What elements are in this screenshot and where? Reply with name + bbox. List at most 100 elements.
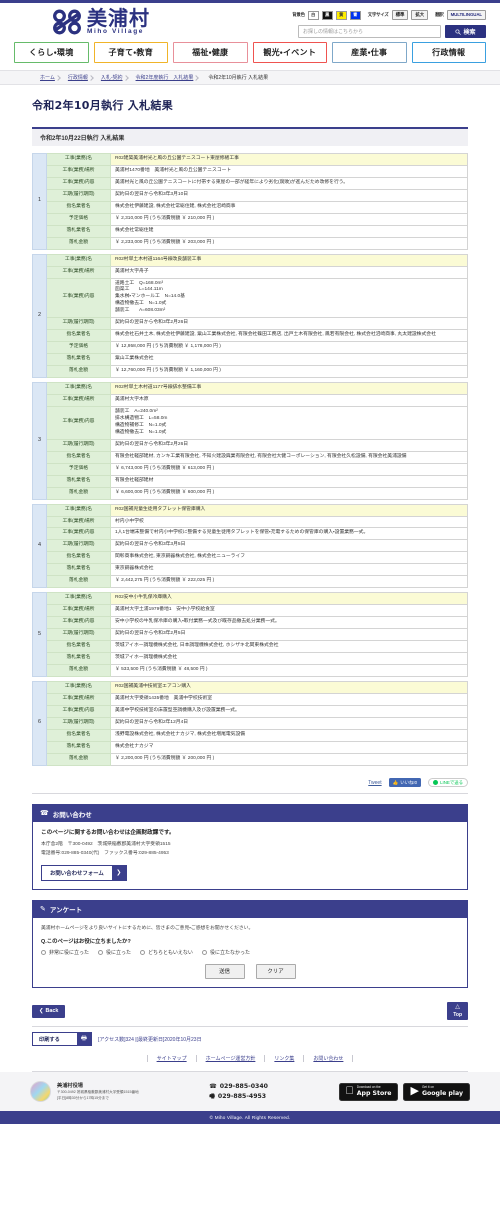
table-row: 工期(履行期間) 契約日の翌日から令和2年12月4日 (33, 716, 468, 730)
site-logo[interactable]: 美浦村 Miho Village (14, 8, 150, 36)
app-store-badge[interactable]:  Download on the App Store (338, 1082, 399, 1102)
value-content: 美浦中学校技術室の床置型空調機購入及び設置業務一式。 (110, 704, 468, 718)
table-row: 工事(業務)内容 安中小学校の牛乳保冷庫の購入・取付業務一式及び既存品撤去処分業… (33, 616, 468, 630)
survey-option-not-useful[interactable]: 役に立たなかった (201, 949, 250, 956)
google-play-badge[interactable]: ▶ Get it on Google play (403, 1082, 470, 1102)
label-bid-amount: 落札金額 (46, 663, 111, 677)
value-content: 安中小学校の牛乳保冷庫の購入・取付業務一式及び既存品撤去処分業務一式。 (110, 616, 468, 630)
bid-result-table-1: 1 工事(業務)名 R02建築美浦村光と風の丘公園テニスコート東屋修繕工事 工事… (32, 153, 468, 250)
radio-icon[interactable] (98, 949, 104, 955)
line-share-button[interactable]: LINEで送る (428, 777, 468, 788)
value-period: 契約日の翌日から令和3年2月26日 (110, 317, 468, 331)
facebook-like-button[interactable]: 👍 いいね!0 (388, 778, 422, 787)
label-nominees: 指名業者名 (46, 551, 111, 565)
table-row: 工期(履行期間) 契約日の翌日から令和3年2月26日 (33, 438, 468, 452)
survey-panel: ✎ アンケート 美浦村ホームページをより良いサイトにするために、皆さまのご意見・… (32, 899, 468, 988)
scroll-to-top-button[interactable]: △ Top (447, 1001, 468, 1021)
label-name: 工事(業務)名 (46, 503, 111, 517)
bgcolor-yellow-button[interactable]: 黄 (335, 10, 347, 20)
survey-option-very-useful[interactable]: 非常に役に立った (41, 949, 89, 956)
search-button-label: 検索 (463, 30, 476, 36)
label-winner: 落札業者名 (46, 651, 111, 665)
survey-option-neutral[interactable]: どちらともいえない (140, 949, 193, 956)
label-name: 工事(業務)名 (46, 153, 111, 166)
section-heading: 令和2年10月22日執行 入札結果 (32, 127, 468, 146)
footer-telephone-number: 029-885-0340 (219, 1083, 268, 1091)
translate-label: 翻訳 (435, 12, 444, 17)
survey-buttons: 送信 クリア (41, 963, 459, 979)
table-row: 落札金額 ￥ 2,200,000 円 (うち消費税額 ￥ 200,000 円 ) (33, 752, 468, 766)
inquiry-form-button[interactable]: お問い合わせフォーム ❯ (41, 864, 127, 881)
print-button[interactable]: 印刷する 🖶 (32, 1032, 92, 1047)
radio-icon[interactable] (41, 949, 46, 955)
footer-fax: 🖷 029-885-4953 (209, 1092, 268, 1102)
page-navigation-footer: ❮ Back △ Top (32, 998, 468, 1027)
survey-submit-button[interactable]: 送信 (204, 963, 245, 979)
app-store-big-label: App Store (354, 1090, 392, 1098)
value-content: 道路土工 Q=168.0m³ 函渠工 L=144.11m 集水桝・マンホール工 … (110, 277, 468, 319)
survey-option-useful[interactable]: 役に立った (98, 949, 131, 956)
search-input[interactable] (298, 25, 441, 38)
radio-icon[interactable] (201, 949, 207, 955)
value-name: R02建築美浦村光と風の丘公園テニスコート東屋修繕工事 (110, 153, 468, 166)
table-row: 落札業者名 粟山工業株式会社 (33, 353, 468, 367)
pencil-edit-icon: ✎ (40, 905, 46, 913)
footer-link-contact[interactable]: お問い合わせ (303, 1055, 354, 1063)
footer-org-hours: [平日]8時30分から17時15分まで (57, 1095, 109, 1100)
bid-result-table-2: 2 工事(業務)名 R02村単土木村道1164号線改良舗装工事 工事(業務)場所… (32, 253, 468, 379)
nav-item-fukushi[interactable]: 福祉・健康 (173, 42, 248, 63)
breadcrumb-item-r2-results[interactable]: 令和2年度執行 入札結果 (129, 74, 200, 81)
survey-clear-button[interactable]: クリア (255, 963, 296, 979)
inquiry-panel-body: このページに関するお問い合わせは企画財政課です。 本庁舎2階 〒300-0492… (33, 822, 467, 888)
table-row: 1 工事(業務)名 R02建築美浦村光と風の丘公園テニスコート東屋修繕工事 (32, 153, 468, 250)
table-row: 工事(業務)場所 美浦村1470番地 美浦村光と風の丘公園テニスコート (33, 164, 468, 178)
label-period: 工期(履行期間) (46, 628, 111, 642)
inquiry-address: 本庁舎2階 〒300-0492 茨城県稲敷郡美浦村大字受領1515 (41, 842, 171, 848)
table-row: 予定価格 ￥ 12,958,000 円 (うち消費税額 ￥ 1,178,000 … (33, 341, 468, 355)
survey-question: Q.このページはお役に立ちましたか? (41, 938, 131, 945)
nav-item-gyosei[interactable]: 行政情報 (411, 42, 486, 63)
table-row: 指名業者名 有限会社軽部建材, カンキ工業有限会社, 不知火建設興業有限会社, … (33, 450, 468, 464)
bid-result-table-4: 4 工事(業務)名 R02国補児童生徒用タブレット保管庫購入 工事(業務)場所 … (32, 503, 468, 589)
label-place: 工事(業務)場所 (46, 692, 111, 706)
label-place: 工事(業務)場所 (46, 164, 111, 178)
bgcolor-black-button[interactable]: 黒 (321, 10, 333, 20)
table-row: 工事(業務)場所 美浦村大字舟子 (33, 265, 468, 279)
search-button[interactable]: 検索 (445, 25, 486, 38)
nav-item-kosodate[interactable]: 子育て・教育 (93, 42, 168, 63)
label-period: 工期(履行期間) (46, 188, 111, 202)
table-row: 工事(業務)内容 道路土工 Q=168.0m³ 函渠工 L=144.11m 集水… (33, 277, 468, 319)
value-nominees: 関彰商事株式会社, 東京銅器株式会社, 株式会社ニューライフ (110, 551, 468, 565)
multilingual-button[interactable]: MULTILINGUAL (446, 10, 486, 20)
tweet-button[interactable]: Tweet (368, 780, 381, 786)
breadcrumb-item-nyusatsu[interactable]: 入札-契約 (94, 74, 129, 81)
breadcrumb-item-gyosei[interactable]: 行政情報 (61, 74, 94, 81)
table-row: 工事(業務)内容 1人1台端末整備で村内小中学校に整備する児童生徒用タブレットを… (33, 527, 468, 541)
nav-item-sangyo[interactable]: 産業・仕事 (332, 42, 407, 63)
arrow-up-icon: △ (455, 1004, 460, 1011)
bgcolor-white-button[interactable]: 白 (307, 10, 319, 20)
footer-link-links[interactable]: リンク集 (264, 1055, 303, 1063)
thumbs-up-icon: 👍 (392, 779, 399, 785)
textsize-large-button[interactable]: 拡大 (411, 10, 429, 20)
row-number: 3 (32, 382, 47, 500)
survey-option-label: 非常に役に立った (49, 949, 90, 956)
textsize-normal-button[interactable]: 標準 (391, 10, 409, 20)
footer-link-policy[interactable]: ホームページ運営方針 (195, 1055, 265, 1063)
value-place: 美浦村大字舟子 (110, 265, 468, 279)
survey-option-label: どちらともいえない (148, 949, 193, 956)
label-name: 工事(業務)名 (46, 680, 111, 694)
breadcrumb-item-home[interactable]: ホーム (40, 74, 61, 81)
site-footer: 美浦村役場 〒300-0492 茨城県稲敷郡美浦村大字受領1515番地 [平日]… (0, 1072, 500, 1112)
label-bid-amount: 落札金額 (46, 236, 111, 250)
label-bid-amount: 落札金額 (46, 575, 111, 589)
back-button[interactable]: ❮ Back (32, 1004, 66, 1018)
value-place: 美浦村1470番地 美浦村光と風の丘公園テニスコート (110, 164, 468, 178)
table-row: 指名業者名 関彰商事株式会社, 東京銅器株式会社, 株式会社ニューライフ (33, 551, 468, 565)
footer-contact: ☎ 029-885-0340 🖷 029-885-4953 (209, 1082, 268, 1102)
bgcolor-blue-button[interactable]: 青 (349, 10, 361, 20)
nav-item-kurashi[interactable]: くらし・環境 (14, 42, 89, 63)
radio-icon[interactable] (140, 949, 146, 955)
footer-link-sitemap[interactable]: サイトマップ (146, 1055, 196, 1063)
nav-item-kanko[interactable]: 観光・イベント (252, 42, 327, 63)
